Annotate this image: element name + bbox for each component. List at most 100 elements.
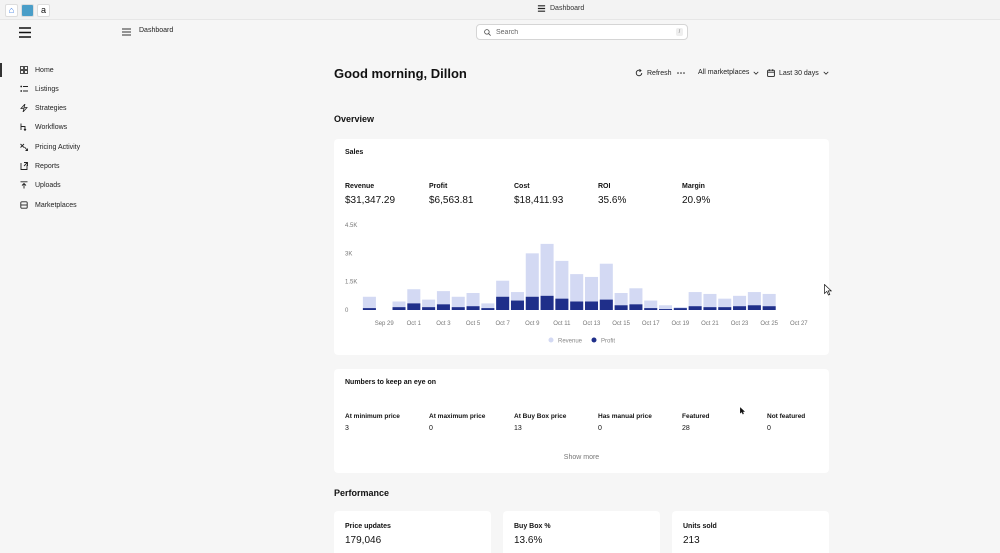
x-tick-label: Oct 13 xyxy=(583,321,601,327)
tab-title: Dashboard xyxy=(550,5,585,12)
buybox-price-label: At Buy Box price xyxy=(514,413,567,420)
units-sold-label: Units sold xyxy=(683,523,717,530)
profit-bar xyxy=(688,306,702,310)
sidebar-item-label: Home xyxy=(35,66,54,74)
profit-bar xyxy=(481,308,495,310)
profit-bar xyxy=(496,296,510,310)
price-updates-card: Price updates 179,046 xyxy=(334,511,491,553)
profit-bar xyxy=(540,295,554,310)
marketplace-filter-dropdown[interactable]: All marketplaces xyxy=(698,69,759,76)
profit-bar xyxy=(673,308,687,310)
x-tick-label: Oct 7 xyxy=(495,321,510,327)
marketplace-filter-label: All marketplaces xyxy=(698,69,750,76)
profit-bar xyxy=(525,296,539,310)
y-tick-label: 3K xyxy=(345,251,352,257)
sales-chart: 0 1.5K 3K 4.5K Sep 29 Oct 1 Oct 3 Oct 5 Oct 7 Oct… xyxy=(345,223,808,345)
sidebar-item-home[interactable]: Home xyxy=(20,64,54,76)
refresh-button[interactable]: Refresh xyxy=(635,69,672,77)
profit-bar xyxy=(436,304,450,310)
profit-bar xyxy=(703,307,717,310)
profit-bar xyxy=(599,299,613,310)
grid-favicon[interactable] xyxy=(21,4,34,17)
grid-icon xyxy=(20,66,28,74)
min-price-label: At minimum price xyxy=(345,413,400,420)
profit-bar xyxy=(762,306,776,310)
sidebar-item-label: Pricing Activity xyxy=(35,143,81,151)
min-price-value: 3 xyxy=(345,425,349,432)
mouse-cursor-icon xyxy=(824,284,832,296)
report-icon xyxy=(20,162,28,170)
page-breadcrumb: Dashboard xyxy=(139,27,174,34)
pricing-icon xyxy=(20,143,28,151)
performance-heading: Performance xyxy=(334,488,390,498)
y-tick-label: 0 xyxy=(345,308,349,314)
profit-bar xyxy=(584,301,599,310)
bolt-icon xyxy=(20,104,28,112)
x-tick-label: Oct 3 xyxy=(436,321,451,327)
show-more-button[interactable]: Show more xyxy=(334,454,829,461)
manual-price-label: Has manual price xyxy=(598,413,652,420)
profit-bar xyxy=(362,308,376,310)
buybox-card: Buy Box % 13.6% xyxy=(503,511,660,553)
profit-bar xyxy=(570,301,584,310)
sidebar-item-reports[interactable]: Reports xyxy=(20,160,60,172)
sidebar-item-uploads[interactable]: Uploads xyxy=(20,179,61,191)
upload-icon xyxy=(20,181,28,189)
sidebar-item-strategies[interactable]: Strategies xyxy=(20,102,67,114)
x-tick-label: Oct 21 xyxy=(701,321,719,327)
buybox-label: Buy Box % xyxy=(514,523,551,530)
sidebar: Home Listings Strategies Workflows Prici… xyxy=(0,20,115,553)
app-logo-icon[interactable] xyxy=(19,27,31,38)
page-title: Good morning, Dillon xyxy=(334,66,467,81)
profit-bar xyxy=(629,304,643,310)
x-tick-label: Oct 25 xyxy=(760,321,778,327)
more-options-button[interactable] xyxy=(677,69,685,77)
profit-legend-label: Profit xyxy=(601,339,615,345)
sidebar-item-label: Marketplaces xyxy=(35,201,77,209)
profit-bar xyxy=(451,307,465,310)
pointer-cursor-icon xyxy=(740,407,745,415)
profit-bar xyxy=(392,307,406,310)
x-tick-label: Oct 19 xyxy=(671,321,689,327)
price-updates-label: Price updates xyxy=(345,523,391,530)
amazon-favicon[interactable]: a xyxy=(37,4,50,17)
browser-tab-bar: ⌂ a Dashboard xyxy=(0,0,1000,20)
marketplace-icon xyxy=(20,201,28,209)
max-price-label: At maximum price xyxy=(429,413,486,420)
sidebar-item-pricing-activity[interactable]: Pricing Activity xyxy=(20,141,80,153)
revenue-legend-swatch xyxy=(548,337,554,343)
active-tab[interactable]: Dashboard xyxy=(537,4,584,13)
active-nav-indicator xyxy=(0,63,2,77)
x-tick-label: Oct 27 xyxy=(790,321,808,327)
sidebar-item-listings[interactable]: Listings xyxy=(20,83,59,95)
x-tick-label: Oct 9 xyxy=(525,321,540,327)
sidebar-item-label: Workflows xyxy=(35,123,68,131)
sidebar-item-label: Uploads xyxy=(35,181,61,189)
profit-bar xyxy=(466,306,480,310)
sidebar-item-workflows[interactable]: Workflows xyxy=(20,121,67,133)
numbers-card-title: Numbers to keep an eye on xyxy=(345,379,437,386)
sidebar-item-marketplaces[interactable]: Marketplaces xyxy=(20,199,77,211)
search-bar[interactable]: / xyxy=(476,24,688,40)
not-featured-label: Not featured xyxy=(767,413,806,420)
chevron-down-icon xyxy=(753,71,759,75)
numbers-card: Numbers to keep an eye on At minimum pri… xyxy=(334,369,829,473)
price-updates-value: 179,046 xyxy=(345,535,382,546)
sidebar-item-label: Strategies xyxy=(35,104,67,112)
units-sold-value: 213 xyxy=(683,535,700,546)
buybox-price-value: 13 xyxy=(514,425,522,432)
search-input[interactable] xyxy=(496,27,666,37)
calendar-icon xyxy=(767,69,775,77)
x-tick-label: Oct 11 xyxy=(553,321,571,327)
profit-bar xyxy=(644,308,658,310)
date-range-dropdown[interactable]: Last 30 days xyxy=(767,69,829,77)
refresh-icon xyxy=(635,69,643,77)
x-tick-label: Oct 23 xyxy=(731,321,749,327)
sales-card: Sales Revenue $31,347.29 Profit $6,563.8… xyxy=(334,139,829,355)
home-favicon[interactable]: ⌂ xyxy=(5,4,18,17)
revenue-bar xyxy=(362,296,376,310)
hamburger-menu-icon[interactable] xyxy=(122,28,131,36)
profit-bar xyxy=(747,305,761,310)
manual-price-value: 0 xyxy=(598,425,602,432)
profit-bar xyxy=(659,309,673,310)
